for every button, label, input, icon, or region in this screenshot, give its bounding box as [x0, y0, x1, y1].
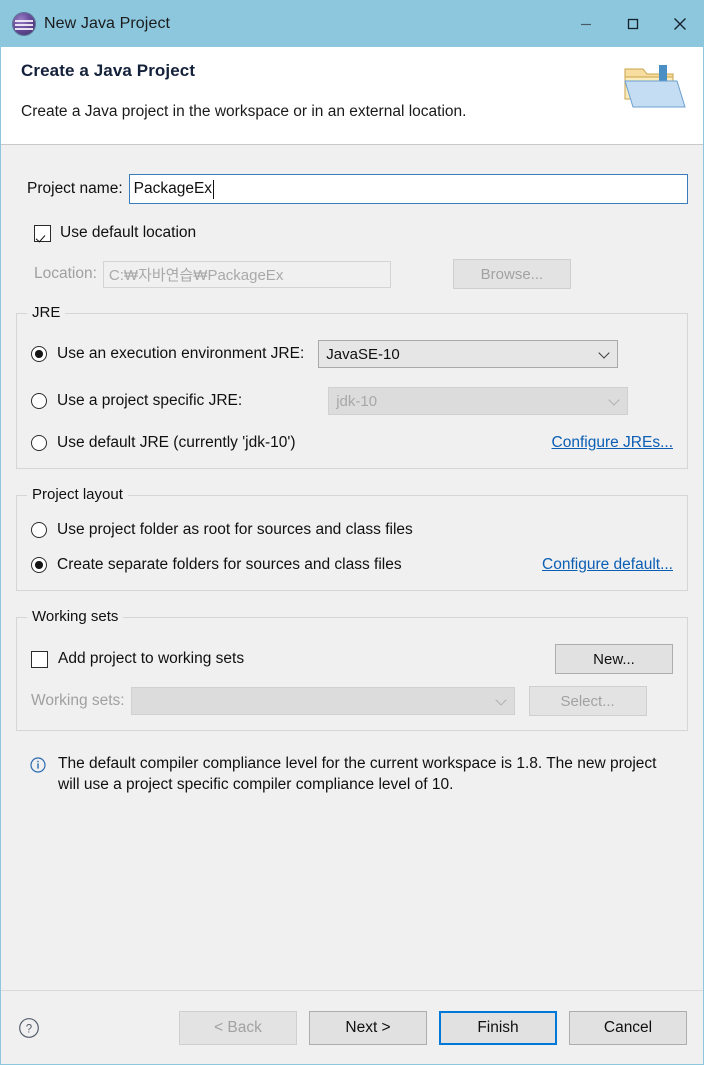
finish-button[interactable]: Finish [439, 1010, 557, 1045]
dialog-header: Create a Java Project Create a Java proj… [1, 47, 703, 145]
layout-separate-folders-radio[interactable] [31, 557, 47, 573]
layout-project-folder-radio[interactable] [31, 522, 47, 538]
chevron-down-icon [494, 694, 507, 706]
page-title: Create a Java Project [21, 61, 196, 80]
layout-separate-folders-label: Create separate folders for sources and … [57, 556, 402, 573]
location-value: C:₩자바연습₩PackageEx [108, 266, 284, 284]
title-bar: New Java Project [1, 1, 703, 47]
jre-execution-environment-radio[interactable] [31, 346, 47, 362]
project-layout-legend: Project layout [27, 486, 128, 503]
minimize-icon[interactable] [562, 1, 609, 47]
location-label: Location: [34, 265, 97, 282]
use-default-location-label: Use default location [60, 224, 197, 241]
project-specific-jre-combo: jdk-10 [328, 387, 629, 415]
layout-project-folder-label: Use project folder as root for sources a… [57, 521, 413, 538]
working-sets-legend: Working sets [27, 608, 124, 625]
jre-project-specific-radio[interactable] [31, 393, 47, 409]
maximize-icon[interactable] [609, 1, 656, 47]
jre-legend: JRE [27, 304, 66, 321]
dialog-body: Project name: PackageEx Use default loca… [1, 145, 703, 990]
configure-jres-link[interactable]: Configure JREs... [552, 434, 673, 452]
location-row: Location: C:₩자바연습₩PackageEx Browse... [16, 259, 688, 289]
jre-project-specific-label: Use a project specific JRE: [57, 392, 243, 409]
compliance-message-text: The default compiler compliance level fo… [58, 755, 657, 794]
jre-execution-environment-label: Use an execution environment JRE: [57, 345, 305, 362]
project-name-label: Project name: [27, 180, 123, 197]
compliance-message: The default compiler compliance level fo… [16, 753, 688, 796]
browse-button: Browse... [452, 259, 571, 289]
working-sets-combo [130, 687, 515, 715]
info-icon [30, 757, 46, 773]
jre-project-specific-row[interactable]: Use a project specific JRE: jdk-10 [31, 387, 673, 415]
page-subtitle: Create a Java project in the workspace o… [21, 103, 467, 120]
project-layout-group: Project layout Use project folder as roo… [16, 486, 688, 591]
project-name-value: PackageEx [133, 180, 213, 197]
chevron-down-icon [598, 347, 610, 359]
configure-default-link[interactable]: Configure default... [542, 556, 673, 574]
eclipse-icon [13, 13, 35, 35]
java-project-folder-icon [619, 57, 687, 115]
working-sets-select-row: Working sets: Select... [31, 686, 673, 716]
project-name-input[interactable]: PackageEx [128, 174, 688, 204]
add-to-working-sets-row[interactable]: Add project to working sets New... [31, 644, 673, 674]
jre-group: JRE Use an execution environment JRE: Ja… [16, 304, 688, 469]
next-button[interactable]: Next > [309, 1010, 427, 1045]
working-sets-label: Working sets: [31, 692, 125, 709]
close-icon[interactable] [656, 1, 703, 47]
project-specific-jre-value: jdk-10 [336, 392, 378, 410]
back-button: < Back [179, 1010, 297, 1045]
add-to-working-sets-checkbox[interactable] [31, 650, 48, 668]
select-working-set-button: Select... [528, 686, 647, 716]
use-default-location-checkbox[interactable] [34, 224, 51, 242]
window-title: New Java Project [44, 15, 171, 32]
svg-text:?: ? [26, 1023, 32, 1035]
text-caret [213, 179, 215, 199]
jre-default-radio[interactable] [31, 435, 47, 451]
execution-environment-combo[interactable]: JavaSE-10 [318, 340, 619, 368]
jre-default-label: Use default JRE (currently 'jdk-10') [57, 434, 296, 451]
project-name-row: Project name: PackageEx [16, 174, 688, 204]
new-java-project-dialog: New Java Project Create a Java Project C… [0, 0, 704, 1065]
new-working-set-button[interactable]: New... [555, 644, 673, 674]
window-controls [562, 1, 703, 47]
working-sets-group: Working sets Add project to working sets… [16, 608, 688, 731]
execution-environment-value: JavaSE-10 [326, 345, 400, 363]
location-input: C:₩자바연습₩PackageEx [102, 260, 391, 288]
jre-execution-environment-row[interactable]: Use an execution environment JRE: JavaSE… [31, 340, 673, 368]
use-default-location-row[interactable]: Use default location [16, 224, 688, 242]
layout-project-folder-row[interactable]: Use project folder as root for sources a… [31, 521, 673, 539]
jre-default-row[interactable]: Use default JRE (currently 'jdk-10') Con… [31, 434, 673, 452]
cancel-button[interactable]: Cancel [569, 1010, 687, 1045]
chevron-down-icon [608, 394, 620, 406]
dialog-footer: ? < Back Next > Finish Cancel [1, 990, 703, 1064]
help-icon[interactable]: ? [18, 1017, 40, 1039]
add-to-working-sets-label: Add project to working sets [58, 650, 245, 667]
footer-buttons: < Back Next > Finish Cancel [179, 1010, 687, 1045]
layout-separate-folders-row[interactable]: Create separate folders for sources and … [31, 556, 673, 574]
